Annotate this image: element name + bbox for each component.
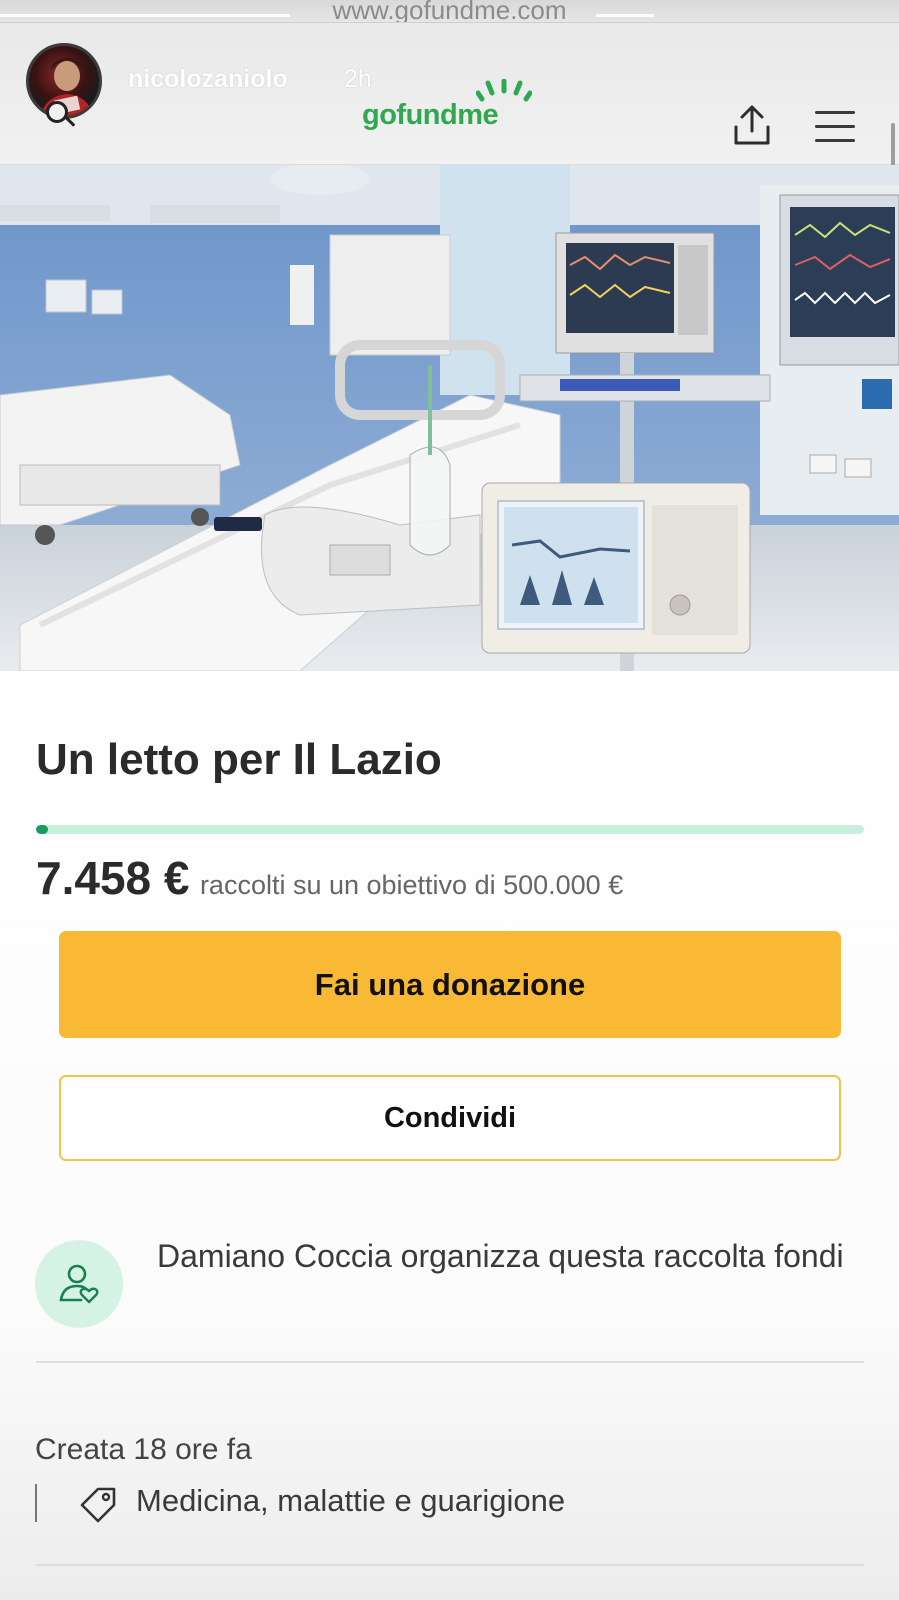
site-header: nicolozaniolo 2h gofundme [0, 22, 899, 199]
url-underline-left [0, 14, 290, 17]
category-link[interactable]: Medicina, malattie e guarigione [136, 1483, 565, 1519]
url-bar[interactable]: www.gofundme.com [0, 0, 899, 22]
divider [36, 1564, 864, 1566]
donate-button[interactable]: Fai una donazione [59, 931, 841, 1038]
user-heart-icon [59, 1264, 99, 1304]
story-time: 2h [344, 65, 372, 93]
share-icon[interactable] [730, 103, 774, 147]
amount-row: 7.458 € raccolti su un obiettivo di 500.… [36, 851, 623, 905]
gofundme-sun-icon [476, 79, 532, 102]
raised-amount: 7.458 € [36, 852, 190, 904]
campaign-title: Un letto per Il Lazio [36, 735, 442, 784]
tag-icon [80, 1487, 116, 1523]
progress-bar-fill [36, 825, 49, 834]
organizer-avatar [35, 1240, 123, 1328]
avatar-search-icon [46, 101, 68, 123]
created-time: Creata 18 ore fa [35, 1433, 252, 1466]
share-button[interactable]: Condividi [59, 1075, 841, 1161]
raised-goal-text: raccolti su un obiettivo di 500.000 € [199, 870, 624, 900]
organizer-text: Damiano Coccia organizza questa raccolta… [157, 1238, 844, 1274]
category-separator [35, 1484, 37, 1522]
hero-image [0, 165, 899, 671]
story-username[interactable]: nicolozaniolo [128, 65, 288, 94]
url-underline-right [596, 14, 654, 17]
hospital-icu-photo-icon [0, 165, 899, 671]
campaign-content: Un letto per Il Lazio 7.458 € raccolti s… [0, 671, 899, 1600]
url-text: www.gofundme.com [332, 0, 567, 22]
hamburger-menu-icon[interactable] [815, 109, 857, 143]
progress-bar [36, 825, 864, 834]
divider [36, 1361, 864, 1363]
gofundme-logo[interactable]: gofundme [362, 99, 499, 132]
